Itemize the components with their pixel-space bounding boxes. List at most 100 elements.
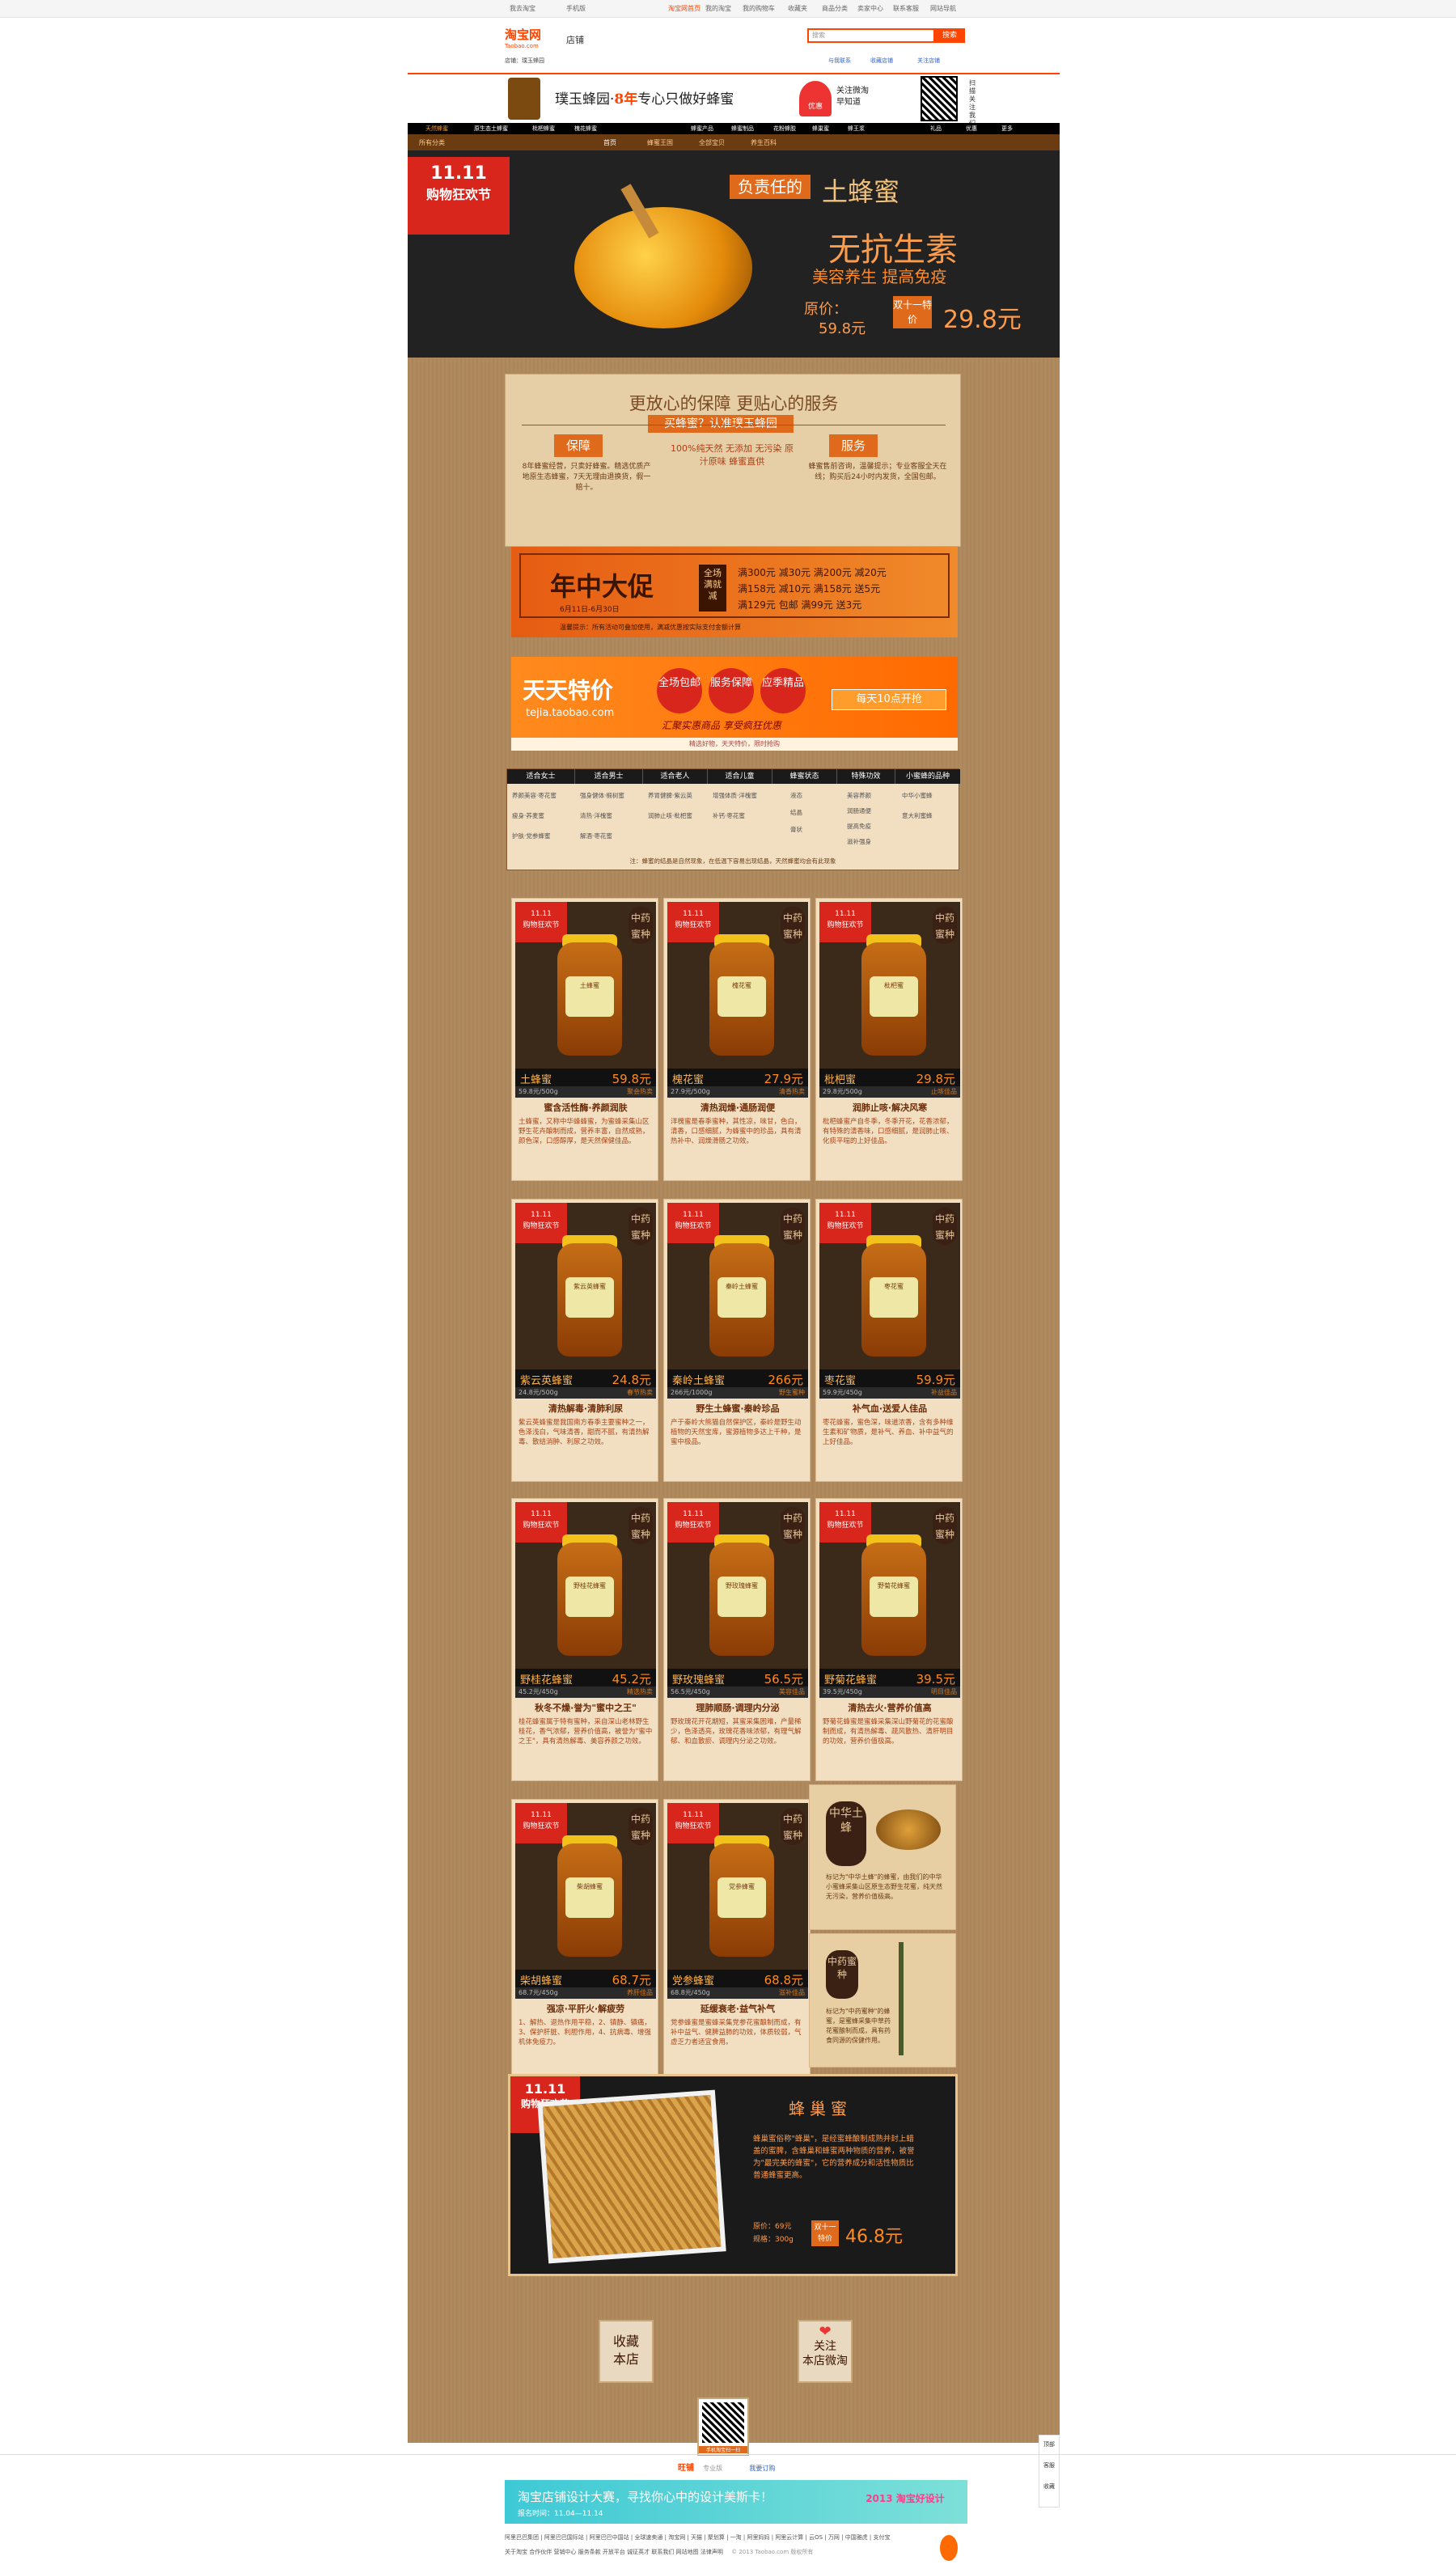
table-link[interactable]: 养胃健脾·紫云英 [648, 790, 708, 801]
sidebar-service-button[interactable]: 客服 [1039, 2461, 1059, 2470]
product-card[interactable]: 11.11 购物狂欢节 中药蜜种 枣花蜜 枣花蜜 59.9元 59.9元/450g 补益佳品补… [815, 1199, 963, 1482]
footer-link[interactable]: 阿里妈妈 [747, 2534, 770, 2541]
nav-item-6[interactable]: 蜂蜜制品 [731, 125, 754, 133]
footer-link[interactable]: 联系我们 [651, 2549, 674, 2555]
nav-item-9[interactable]: 蜂王浆 [848, 125, 865, 133]
product-name[interactable]: 枇杷蜜 [824, 1071, 856, 1086]
product-name[interactable]: 枣花蜜 [824, 1372, 856, 1387]
table-link[interactable]: 提高免疫 [847, 821, 895, 832]
topbar-link-category[interactable]: 商品分类 [822, 4, 848, 13]
table-link[interactable]: 清热·洋槐蜜 [580, 810, 643, 821]
table-link[interactable]: 解酒·枣花蜜 [580, 831, 643, 841]
table-link[interactable]: 意大利蜜蜂 [902, 810, 959, 821]
product-card[interactable]: 11.11 购物狂欢节 中药蜜种 野桂花蜂蜜 野桂花蜂蜜 45.2元 45.2元/450g 精… [511, 1498, 658, 1781]
product-image[interactable]: 11.11 购物狂欢节 中药蜜种 党参蜂蜜 [667, 1803, 808, 1970]
follow-weitao-button[interactable]: ❤ 关注 本店微淘 [798, 2320, 853, 2383]
table-link[interactable]: 美容养颜 [847, 790, 895, 801]
product-card[interactable]: 11.11 购物狂欢节 中药蜜种 野玫瑰蜂蜜 野玫瑰蜂蜜 56.5元 56.5元/450g 美… [663, 1498, 811, 1781]
nav-item-8[interactable]: 蜂巢蜜 [812, 125, 829, 133]
footer-link[interactable]: 诚征英才 [627, 2549, 650, 2555]
search-input[interactable]: 搜索 [807, 28, 935, 43]
topbar-link-service[interactable]: 联系客服 [893, 4, 919, 13]
nav-item-5[interactable]: 蜂蜜产品 [691, 125, 713, 133]
topbar-link-mytaobao[interactable]: 我的淘宝 [705, 4, 731, 13]
product-image[interactable]: 11.11 购物狂欢节 中药蜜种 土蜂蜜 [515, 902, 656, 1069]
topbar-link-sitenav[interactable]: 网站导航 [930, 4, 956, 13]
product-name[interactable]: 党参蜂蜜 [672, 1972, 714, 1987]
footer-link[interactable]: 全球速卖通 [634, 2534, 662, 2541]
order-link[interactable]: 我要订购 [749, 2465, 775, 2472]
sidebar-top-button[interactable]: 顶部 [1039, 2440, 1059, 2448]
table-link[interactable]: 结晶 [790, 807, 837, 818]
sidebar-fav-button[interactable]: 收藏 [1039, 2482, 1059, 2491]
hero-banner[interactable]: 11.11 购物狂欢节 负责任的 土蜂蜜 无抗生素 美容养生 提高免疫 原价： … [408, 150, 1060, 358]
product-name[interactable]: 土蜂蜜 [520, 1071, 552, 1086]
table-link[interactable]: 液态 [790, 790, 837, 801]
footer-link[interactable]: 阿里云计算 [775, 2534, 803, 2541]
footer-link[interactable]: 关于淘宝 [505, 2549, 527, 2555]
honeycomb-section[interactable]: 11.11 购物狂欢节 蜂巢蜜 蜂巢蜜俗称"蜂巢"，是经蜜蜂酿制成熟并封上蜡盖的… [508, 2074, 958, 2276]
nav-item-4[interactable]: 槐花蜂蜜 [574, 125, 597, 133]
subnav-health[interactable]: 养生百科 [751, 138, 777, 147]
taobao-logo[interactable]: 淘宝网 Taobao.com [505, 26, 541, 49]
footer-link[interactable]: 阿里巴巴国际站 [544, 2534, 584, 2541]
follow-shop-link[interactable]: 关注店铺 [917, 57, 940, 65]
product-image[interactable]: 11.11 购物狂欢节 中药蜜种 紫云英蜂蜜 [515, 1203, 656, 1369]
subnav-kingdom[interactable]: 蜂蜜王国 [647, 138, 673, 147]
nav-item-1[interactable]: 天然蜂蜜 [425, 125, 448, 133]
subnav-all-items[interactable]: 全部宝贝 [699, 138, 725, 147]
topbar-link-cart[interactable]: 我的购物车 [743, 4, 775, 13]
product-card[interactable]: 11.11 购物狂欢节 中药蜜种 秦岭土蜂蜜 秦岭土蜂蜜 266元 266元/1000g 野生… [663, 1199, 811, 1482]
product-card[interactable]: 11.11 购物狂欢节 中药蜜种 土蜂蜜 土蜂蜜 59.8元 59.8元/500g 聚会热卖蜜… [511, 898, 658, 1181]
shop-logo-icon[interactable] [508, 78, 540, 120]
table-link[interactable]: 中华小蜜蜂 [902, 790, 959, 801]
product-name[interactable]: 秦岭土蜂蜜 [672, 1372, 725, 1387]
nav-item-3[interactable]: 枇杷蜂蜜 [532, 125, 555, 133]
contact-link[interactable]: 与我联系 [828, 57, 851, 65]
favorite-shop-button[interactable]: 收藏 本店 [599, 2320, 654, 2383]
tejia-button[interactable]: 每天10点开抢 [832, 689, 946, 710]
nav-item-12[interactable]: 更多 [1001, 125, 1013, 133]
product-card[interactable]: 11.11 购物狂欢节 中药蜜种 槐花蜜 槐花蜜 27.9元 27.9元/500g 清香热卖清… [663, 898, 811, 1181]
table-link[interactable]: 膏状 [790, 824, 837, 835]
table-link[interactable]: 强身健体·椴树蜜 [580, 790, 643, 801]
footer-link[interactable]: 开放平台 [603, 2549, 625, 2555]
nav-item-10[interactable]: 礼品 [930, 125, 942, 133]
footer-link[interactable]: 阿里巴巴中国站 [590, 2534, 629, 2541]
weibo-heart-icon[interactable]: 优惠 [799, 81, 832, 116]
product-name[interactable]: 紫云英蜂蜜 [520, 1372, 573, 1387]
product-image[interactable]: 11.11 购物狂欢节 中药蜜种 野菊花蜂蜜 [819, 1502, 960, 1669]
product-image[interactable]: 11.11 购物狂欢节 中药蜜种 柴胡蜂蜜 [515, 1803, 656, 1970]
table-link[interactable]: 瘦身·荞麦蜜 [512, 810, 575, 821]
product-image[interactable]: 11.11 购物狂欢节 中药蜜种 槐花蜜 [667, 902, 808, 1069]
subnav-all-categories[interactable]: 所有分类 [419, 138, 445, 147]
footer-link[interactable]: 聚划算 [708, 2534, 725, 2541]
footer-link[interactable]: 法律声明 [700, 2549, 723, 2555]
topbar-link-home[interactable]: 淘宝网首页 [668, 4, 700, 13]
nav-item-2[interactable]: 原生态土蜂蜜 [474, 125, 508, 133]
footer-link[interactable]: 天猫 [691, 2534, 702, 2541]
footer-link[interactable]: 淘宝网 [668, 2534, 685, 2541]
product-card[interactable]: 11.11 购物狂欢节 中药蜜种 野菊花蜂蜜 野菊花蜂蜜 39.5元 39.5元/450g 明… [815, 1498, 963, 1781]
weibo-follow[interactable]: 关注微淘 早知道 [836, 86, 869, 108]
topbar-link-left-1[interactable]: 我去淘宝 [510, 4, 535, 13]
topbar-link-left-2[interactable]: 手机版 [566, 4, 586, 13]
footer-link[interactable]: 支付宝 [874, 2534, 891, 2541]
footer-link[interactable]: 营销中心 [553, 2549, 576, 2555]
footer-link[interactable]: 网站地图 [676, 2549, 699, 2555]
favorite-shop-link[interactable]: 收藏店铺 [870, 57, 893, 65]
product-name[interactable]: 野玫瑰蜂蜜 [672, 1671, 725, 1687]
product-card[interactable]: 11.11 购物狂欢节 中药蜜种 党参蜂蜜 党参蜂蜜 68.8元 68.8元/450g 滋补佳… [663, 1799, 811, 2082]
footer-link[interactable]: 服务条款 [578, 2549, 601, 2555]
table-link[interactable]: 润肠通便 [847, 806, 895, 816]
product-image[interactable]: 11.11 购物狂欢节 中药蜜种 枣花蜜 [819, 1203, 960, 1369]
footer-link[interactable]: 一淘 [730, 2534, 742, 2541]
topbar-link-fav[interactable]: 收藏夹 [788, 4, 807, 13]
product-card[interactable]: 11.11 购物狂欢节 中药蜜种 枇杷蜜 枇杷蜜 29.8元 29.8元/500g 止咳佳品润… [815, 898, 963, 1181]
footer-link[interactable]: 阿里巴巴集团 [505, 2534, 539, 2541]
nav-item-11[interactable]: 优惠 [966, 125, 977, 133]
table-link[interactable]: 养颜美容·枣花蜜 [512, 790, 575, 801]
product-card[interactable]: 11.11 购物狂欢节 中药蜜种 紫云英蜂蜜 紫云英蜂蜜 24.8元 24.8元/500g 春… [511, 1199, 658, 1482]
midyear-promo[interactable]: 年中大促 6月11日-6月30日 全场满就减 满300元 减30元 满200元 … [511, 547, 958, 637]
product-image[interactable]: 11.11 购物狂欢节 中药蜜种 枇杷蜜 [819, 902, 960, 1069]
